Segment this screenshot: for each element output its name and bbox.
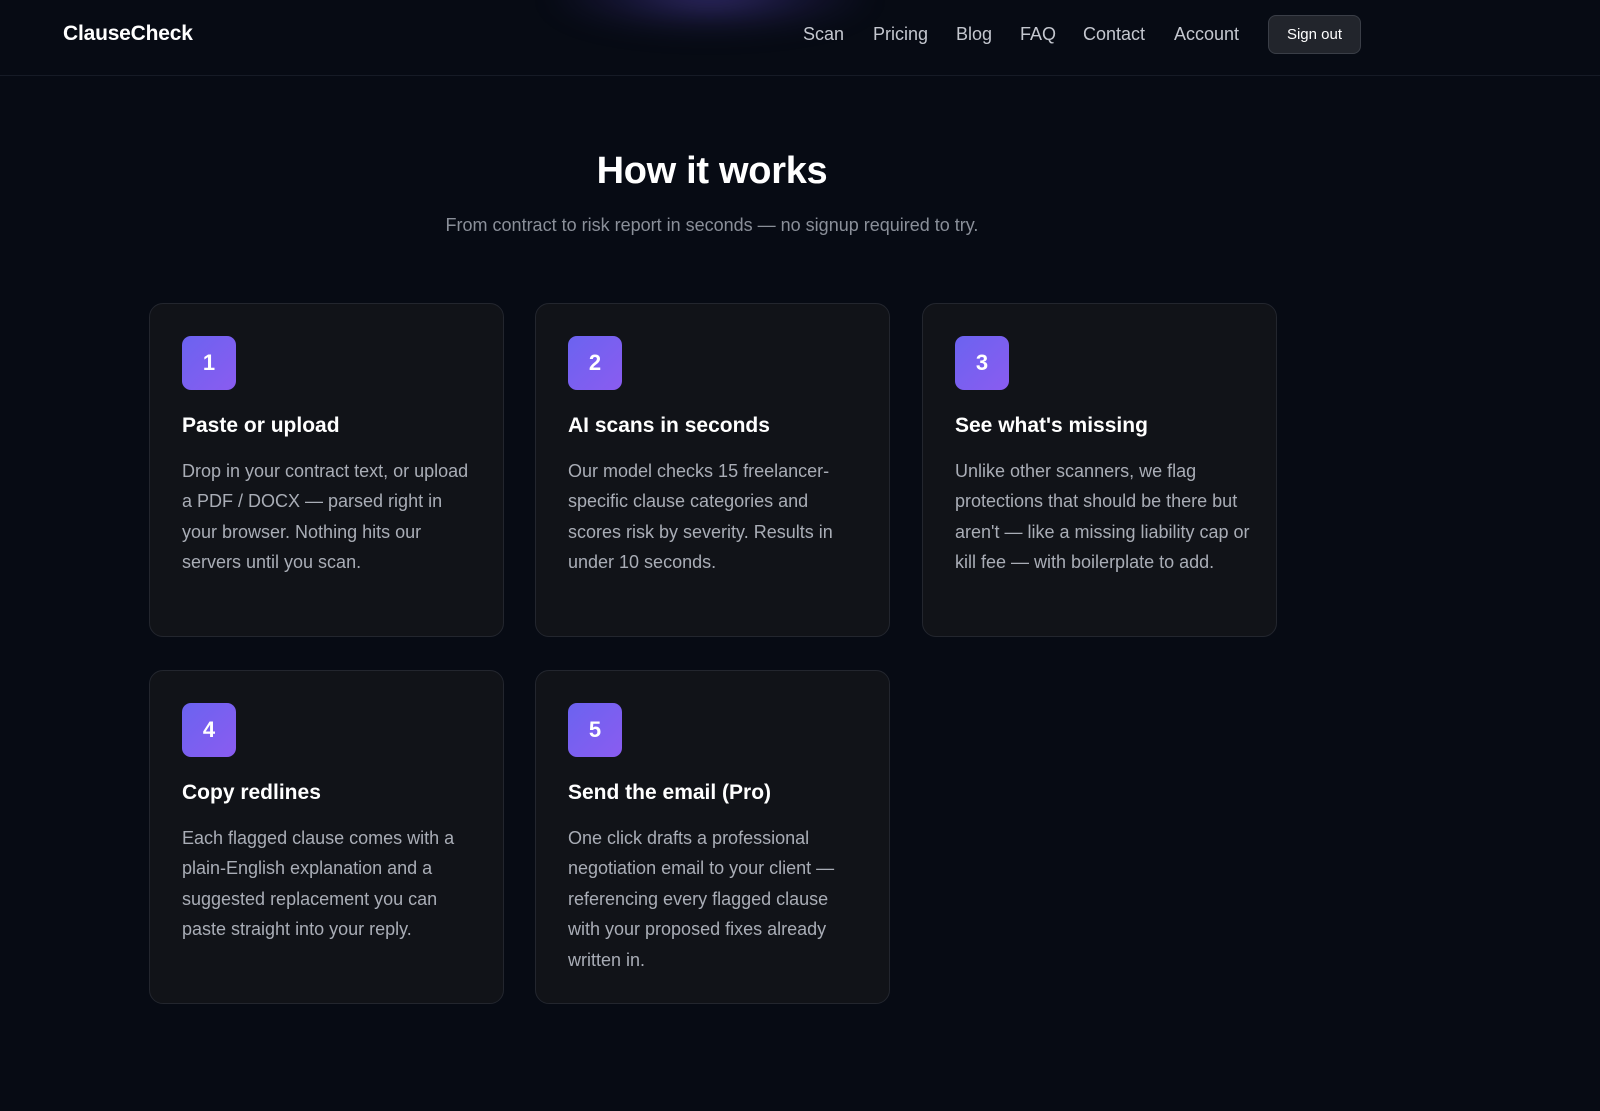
step-title: See what's missing xyxy=(955,414,1148,437)
step-title: AI scans in seconds xyxy=(568,414,770,437)
step-title: Copy redlines xyxy=(182,781,321,804)
step-number-badge: 4 xyxy=(182,703,236,757)
site-header: ClauseCheck Scan Pricing Blog FAQ Contac… xyxy=(0,0,1600,76)
page-subtitle: From contract to risk report in seconds … xyxy=(445,215,979,235)
step-title: Send the email (Pro) xyxy=(568,781,772,804)
step-title: Paste or upload xyxy=(182,414,340,437)
sign-out-button[interactable]: Sign out xyxy=(1268,15,1361,54)
main-nav: Scan Pricing Blog FAQ Contact Account Si… xyxy=(0,0,1600,76)
nav-link-account[interactable]: Account xyxy=(1174,24,1239,45)
nav-link-contact[interactable]: Contact xyxy=(1083,24,1145,45)
step-number-badge: 3 xyxy=(955,336,1009,390)
step-card-paste-upload: 1 Paste or upload Drop in your contract … xyxy=(149,303,504,637)
nav-link-scan[interactable]: Scan xyxy=(803,24,844,45)
nav-link-faq[interactable]: FAQ xyxy=(1020,24,1056,45)
step-card-whats-missing: 3 See what's missing Unlike other scanne… xyxy=(922,303,1277,637)
step-description: Unlike other scanners, we flag protectio… xyxy=(955,461,1250,573)
page: ClauseCheck Scan Pricing Blog FAQ Contac… xyxy=(0,0,1600,1111)
step-description: Drop in your contract text, or upload a … xyxy=(182,461,469,573)
page-title: How it works xyxy=(596,150,828,192)
step-number-badge: 1 xyxy=(182,336,236,390)
step-card-ai-scan: 2 AI scans in seconds Our model checks 1… xyxy=(535,303,890,637)
step-number-badge: 2 xyxy=(568,336,622,390)
nav-link-pricing[interactable]: Pricing xyxy=(873,24,928,45)
step-number-badge: 5 xyxy=(568,703,622,757)
step-description: One click drafts a professional negotiat… xyxy=(568,828,835,970)
step-description: Our model checks 15 freelancer-specific … xyxy=(568,461,833,573)
nav-link-blog[interactable]: Blog xyxy=(956,24,992,45)
step-description: Each flagged clause comes with a plain-E… xyxy=(182,828,455,940)
step-card-send-email: 5 Send the email (Pro) One click drafts … xyxy=(535,670,890,1004)
step-card-copy-redlines: 4 Copy redlines Each flagged clause come… xyxy=(149,670,504,1004)
